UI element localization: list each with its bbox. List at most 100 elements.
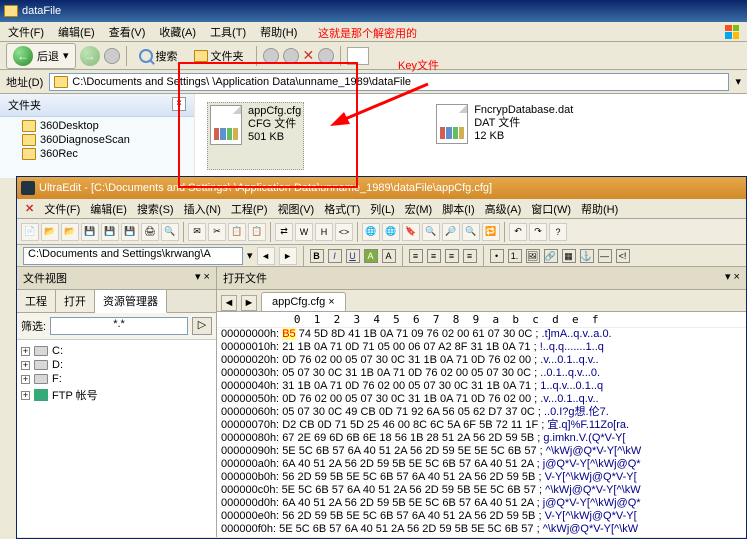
folder-tree-item[interactable]: 360Rec — [4, 147, 190, 161]
menu-search[interactable]: 搜索(S) — [137, 201, 174, 217]
close-icon[interactable]: × — [172, 97, 186, 111]
bold-icon[interactable]: B — [310, 249, 324, 263]
menu-edit[interactable]: 编辑(E) — [90, 201, 127, 217]
ue-path-input[interactable]: C:\Documents and Settings\krwang\A — [23, 247, 243, 265]
tab-next-icon[interactable]: ► — [241, 295, 257, 311]
menu-file[interactable]: 文件(F) — [44, 201, 80, 217]
print-icon[interactable]: 🖨 — [141, 223, 159, 241]
word-wrap-icon[interactable]: W — [295, 223, 313, 241]
tab-prev-icon[interactable]: ◄ — [221, 295, 237, 311]
list-ul-icon[interactable]: • — [490, 249, 504, 263]
list-ol-icon[interactable]: 1. — [508, 249, 522, 263]
views-button[interactable] — [347, 47, 369, 65]
save-icon[interactable]: 💾 — [81, 223, 99, 241]
explorer-titlebar[interactable]: dataFile — [0, 0, 747, 22]
close-icon[interactable]: ✕ — [25, 202, 34, 215]
find-icon[interactable]: 🔍 — [422, 223, 440, 241]
menu-window[interactable]: 窗口(W) — [531, 201, 571, 217]
menu-view[interactable]: 视图(V) — [278, 201, 315, 217]
find-next-icon[interactable]: 🔎 — [442, 223, 460, 241]
menu-tools[interactable]: 工具(T) — [210, 24, 246, 40]
tree-item-ftp[interactable]: +FTP 帐号 — [21, 386, 212, 404]
find-prev-icon[interactable]: 🔍 — [462, 223, 480, 241]
ue-titlebar[interactable]: UltraEdit - [C:\Documents and Settings\ … — [17, 177, 746, 199]
underline-icon[interactable]: U — [346, 249, 360, 263]
align-center-icon[interactable]: ≡ — [427, 249, 441, 263]
filter-input[interactable]: *.* — [50, 317, 188, 335]
file-item-fncryp[interactable]: FncrypDatabase.dat DAT 文件 12 KB — [434, 102, 575, 170]
folder-tree-item[interactable]: 360Desktop — [4, 119, 190, 133]
new-file-icon[interactable]: 📄 — [21, 223, 39, 241]
paste-icon[interactable]: 📋 — [248, 223, 266, 241]
copy-icon[interactable]: 📋 — [228, 223, 246, 241]
menu-project[interactable]: 工程(P) — [231, 201, 268, 217]
link-icon[interactable]: 🔗 — [544, 249, 558, 263]
align-left-icon[interactable]: ≡ — [409, 249, 423, 263]
table-icon[interactable]: ▦ — [562, 249, 576, 263]
search-button[interactable]: 搜索 — [133, 46, 184, 66]
hex-icon[interactable]: H — [315, 223, 333, 241]
up-button[interactable] — [104, 48, 120, 64]
menu-file[interactable]: 文件(F) — [8, 24, 44, 40]
help-icon[interactable]: ? — [549, 223, 567, 241]
chevron-down-icon[interactable]: ▾ — [735, 75, 741, 88]
hr-icon[interactable]: — — [598, 249, 612, 263]
folder-tree-item[interactable]: 360DiagnoseScan — [4, 133, 190, 147]
menu-help[interactable]: 帮助(H) — [260, 24, 297, 40]
tag-icon[interactable]: <> — [335, 223, 353, 241]
expander-icon[interactable]: + — [21, 361, 30, 370]
menu-format[interactable]: 格式(T) — [324, 201, 360, 217]
menu-fav[interactable]: 收藏(A) — [159, 24, 196, 40]
save-as-icon[interactable]: 💾 — [101, 223, 119, 241]
tab-open[interactable]: 打开 — [56, 290, 95, 312]
history-back-icon[interactable]: ◄ — [257, 247, 275, 265]
expander-icon[interactable]: + — [21, 375, 30, 384]
toggle-icon[interactable]: ⇄ — [275, 223, 293, 241]
back-button[interactable]: ← 后退 ▾ — [6, 43, 76, 69]
sync-icon[interactable] — [283, 48, 299, 64]
file-list[interactable]: appCfg.cfg CFG 文件 501 KB FncrypDatabase.… — [195, 94, 747, 178]
tree-item-f[interactable]: +F: — [21, 372, 212, 386]
open-file-icon[interactable]: 📂 — [41, 223, 59, 241]
tree-item-c[interactable]: +C: — [21, 344, 212, 358]
expander-icon[interactable]: + — [21, 391, 30, 400]
history-fwd-icon[interactable]: ► — [279, 247, 297, 265]
menu-edit[interactable]: 编辑(E) — [58, 24, 95, 40]
browser-icon[interactable]: 🌐 — [362, 223, 380, 241]
tab-project[interactable]: 工程 — [17, 290, 56, 312]
stop-icon[interactable] — [263, 48, 279, 64]
folders-button[interactable]: 文件夹 — [188, 46, 250, 66]
forward-button[interactable]: → — [80, 46, 100, 66]
highlight-icon[interactable]: A — [364, 249, 378, 263]
comment-icon[interactable]: <! — [616, 249, 630, 263]
close-icon[interactable]: × — [328, 296, 334, 308]
tab-explorer[interactable]: 资源管理器 — [95, 290, 167, 313]
tree-item-d[interactable]: +D: — [21, 358, 212, 372]
expander-icon[interactable]: + — [21, 347, 30, 356]
menu-help[interactable]: 帮助(H) — [581, 201, 618, 217]
globe-icon[interactable]: 🌐 — [382, 223, 400, 241]
menu-advanced[interactable]: 高级(A) — [485, 201, 522, 217]
align-right-icon[interactable]: ≡ — [445, 249, 459, 263]
menu-column[interactable]: 列(L) — [370, 201, 394, 217]
hex-view[interactable]: 00000000h: B5 74 5D 8D 41 1B 0A 71 09 76… — [217, 328, 746, 537]
redo-icon[interactable]: ↷ — [529, 223, 547, 241]
image-icon[interactable]: 🖼 — [526, 249, 540, 263]
bookmark-icon[interactable]: 🔖 — [402, 223, 420, 241]
cut-icon[interactable]: ✂ — [208, 223, 226, 241]
save-all-icon[interactable]: 💾 — [121, 223, 139, 241]
mail-icon[interactable]: ✉ — [188, 223, 206, 241]
menu-macro[interactable]: 宏(M) — [405, 201, 433, 217]
menu-insert[interactable]: 插入(N) — [184, 201, 221, 217]
text-color-icon[interactable]: A — [382, 249, 396, 263]
replace-icon[interactable]: 🔁 — [482, 223, 500, 241]
open-quick-icon[interactable]: 📂 — [61, 223, 79, 241]
anchor-icon[interactable]: ⚓ — [580, 249, 594, 263]
undo-icon[interactable]: ↶ — [509, 223, 527, 241]
menu-script[interactable]: 脚本(I) — [442, 201, 474, 217]
file-item-appcfg[interactable]: appCfg.cfg CFG 文件 501 KB — [207, 102, 304, 170]
close-icon[interactable]: ✕ — [303, 47, 315, 64]
dropdown-icon[interactable]: ▾ × — [195, 270, 210, 286]
menu-view[interactable]: 查看(V) — [109, 24, 146, 40]
chevron-down-icon[interactable]: ▾ — [247, 249, 253, 262]
